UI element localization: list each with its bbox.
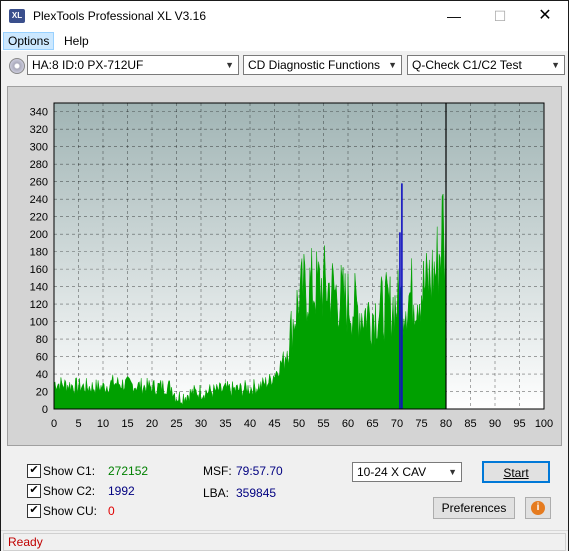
status-bar: Ready bbox=[1, 530, 568, 551]
x-tick-label: 100 bbox=[535, 418, 553, 430]
x-tick-label: 70 bbox=[391, 418, 403, 430]
start-button-label: Start bbox=[503, 466, 529, 480]
y-tick-label: 120 bbox=[30, 299, 48, 311]
c1-value: 272152 bbox=[108, 464, 149, 478]
cu-value: 0 bbox=[108, 504, 115, 518]
y-tick-label: 80 bbox=[36, 334, 48, 346]
y-tick-label: 0 bbox=[42, 404, 48, 416]
x-tick-label: 75 bbox=[415, 418, 427, 430]
msf-value: 79:57.70 bbox=[236, 464, 283, 478]
x-tick-label: 45 bbox=[268, 418, 280, 430]
x-tick-label: 80 bbox=[440, 418, 452, 430]
preferences-button[interactable]: Preferences bbox=[433, 497, 515, 519]
results-section: ✔ Show C1: 272152 ✔ Show C2: 1992 ✔ Show… bbox=[1, 451, 568, 531]
status-panel: Ready bbox=[3, 533, 566, 551]
y-tick-label: 40 bbox=[36, 369, 48, 381]
x-tick-label: 20 bbox=[146, 418, 158, 430]
y-tick-label: 200 bbox=[30, 229, 48, 241]
show-c2-label: Show C2: bbox=[43, 484, 96, 498]
menu-options-label: Options bbox=[8, 34, 50, 48]
test-select-value: Q-Check C1/C2 Test bbox=[412, 58, 522, 72]
lba-value: 359845 bbox=[236, 486, 277, 500]
x-tick-label: 50 bbox=[293, 418, 305, 430]
window-title: PlexTools Professional XL V3.16 bbox=[33, 9, 206, 23]
status-text: Ready bbox=[8, 535, 43, 549]
x-tick-label: 40 bbox=[244, 418, 256, 430]
speed-select[interactable]: 10-24 X CAV ▼ bbox=[352, 462, 462, 482]
c1-c2-chart: 0204060801001201401601802002202402602803… bbox=[30, 102, 553, 430]
menu-help[interactable]: Help bbox=[60, 33, 93, 49]
minimize-button[interactable]: — bbox=[431, 1, 477, 31]
maximize-button[interactable]: ☐ bbox=[477, 1, 523, 31]
y-tick-label: 320 bbox=[30, 124, 48, 136]
x-tick-label: 10 bbox=[97, 418, 109, 430]
x-tick-label: 65 bbox=[366, 418, 378, 430]
show-c2-checkbox[interactable]: ✔ bbox=[27, 484, 41, 498]
show-c1-checkbox[interactable]: ✔ bbox=[27, 464, 41, 478]
chevron-down-icon: ▼ bbox=[225, 60, 234, 70]
y-tick-label: 160 bbox=[30, 264, 48, 276]
start-button[interactable]: Start bbox=[482, 461, 550, 483]
y-tick-label: 300 bbox=[30, 142, 48, 154]
menu-help-label: Help bbox=[64, 34, 89, 48]
x-tick-label: 85 bbox=[464, 418, 476, 430]
y-tick-label: 240 bbox=[30, 194, 48, 206]
function-select-value: CD Diagnostic Functions bbox=[248, 58, 381, 72]
y-tick-label: 180 bbox=[30, 247, 48, 259]
speed-select-value: 10-24 X CAV bbox=[357, 465, 427, 479]
title-bar: XL PlexTools Professional XL V3.16 — ☐ ✕ bbox=[1, 1, 568, 31]
y-tick-label: 140 bbox=[30, 282, 48, 294]
app-window: XL PlexTools Professional XL V3.16 — ☐ ✕… bbox=[0, 0, 569, 551]
chevron-down-icon: ▼ bbox=[388, 60, 397, 70]
chevron-down-icon: ▼ bbox=[551, 60, 560, 70]
y-tick-label: 340 bbox=[30, 107, 48, 119]
info-button[interactable]: i bbox=[525, 497, 551, 519]
x-tick-label: 25 bbox=[170, 418, 182, 430]
close-button[interactable]: ✕ bbox=[522, 1, 568, 31]
x-tick-label: 30 bbox=[195, 418, 207, 430]
function-select[interactable]: CD Diagnostic Functions ▼ bbox=[243, 55, 402, 75]
x-tick-label: 90 bbox=[489, 418, 501, 430]
menu-bar: Options Help bbox=[1, 31, 568, 51]
info-icon: i bbox=[531, 501, 545, 515]
drive-select[interactable]: HA:8 ID:0 PX-712UF ▼ bbox=[27, 55, 239, 75]
test-select[interactable]: Q-Check C1/C2 Test ▼ bbox=[407, 55, 565, 75]
show-cu-label: Show CU: bbox=[43, 504, 98, 518]
x-tick-label: 0 bbox=[51, 418, 57, 430]
x-tick-label: 95 bbox=[513, 418, 525, 430]
x-tick-label: 15 bbox=[121, 418, 133, 430]
menu-options[interactable]: Options bbox=[3, 32, 55, 50]
x-tick-label: 60 bbox=[342, 418, 354, 430]
c2-value: 1992 bbox=[108, 484, 135, 498]
disc-icon[interactable] bbox=[9, 58, 25, 74]
chart-panel: 0 20 40 60 80 100 120 140 160 180 200 220 240 260 280 3… bbox=[7, 86, 562, 446]
msf-label: MSF: bbox=[203, 464, 232, 478]
x-tick-label: 35 bbox=[219, 418, 231, 430]
y-tick-label: 280 bbox=[30, 159, 48, 171]
preferences-button-label: Preferences bbox=[441, 501, 507, 515]
chevron-down-icon: ▼ bbox=[448, 467, 457, 477]
y-tick-label: 220 bbox=[30, 212, 48, 224]
y-tick-label: 100 bbox=[30, 317, 48, 329]
x-tick-label: 5 bbox=[75, 418, 81, 430]
show-c1-label: Show C1: bbox=[43, 464, 96, 478]
y-tick-label: 60 bbox=[36, 352, 48, 364]
x-tick-label: 55 bbox=[317, 418, 329, 430]
y-tick-label: 20 bbox=[36, 387, 48, 399]
show-cu-checkbox[interactable]: ✔ bbox=[27, 504, 41, 518]
toolbar: HA:8 ID:0 PX-712UF ▼ CD Diagnostic Funct… bbox=[1, 52, 568, 80]
app-logo-icon: XL bbox=[9, 9, 25, 23]
lba-label: LBA: bbox=[203, 486, 230, 500]
y-tick-label: 260 bbox=[30, 177, 48, 189]
drive-select-value: HA:8 ID:0 PX-712UF bbox=[32, 58, 144, 72]
